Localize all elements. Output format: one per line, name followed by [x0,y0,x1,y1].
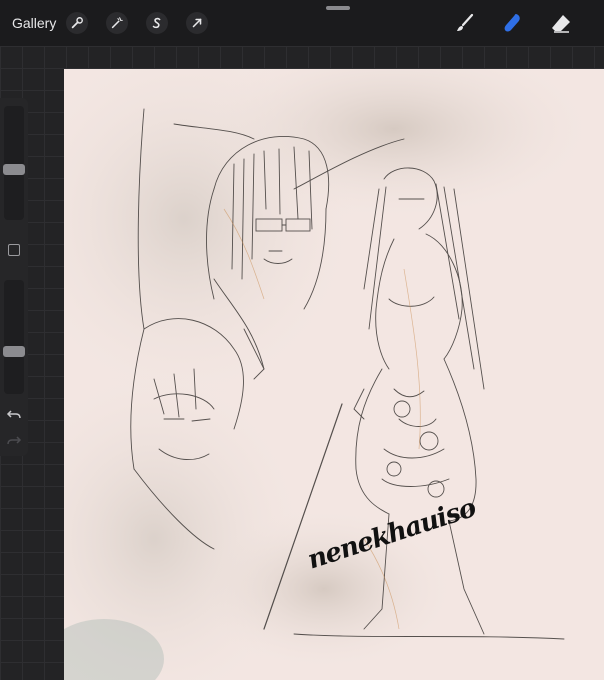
smudge-icon [504,14,520,32]
sketch-artwork [64,69,594,680]
side-toolbar [0,98,28,456]
actions-button[interactable] [66,12,88,34]
undo-icon [6,410,21,419]
magic-wand-icon [111,17,123,29]
eraser-tool-button[interactable] [548,10,574,36]
transform-button[interactable] [186,12,208,34]
brush-icon [457,13,474,31]
modify-button[interactable] [8,244,20,256]
drawing-canvas[interactable]: nenekhauiso [64,69,604,680]
undo-button[interactable] [6,406,22,422]
toolbar-grabber[interactable] [326,6,350,10]
gallery-button[interactable]: Gallery [12,15,56,31]
brush-size-knob[interactable] [3,164,25,175]
wrench-icon [71,17,83,29]
brush-size-slider[interactable] [3,106,25,220]
eraser-icon [552,15,570,33]
selection-button[interactable] [146,12,168,34]
smudge-tool-button[interactable] [500,10,526,36]
top-toolbar: Gallery [0,0,604,46]
transform-arrow-icon [192,18,202,28]
redo-button[interactable] [6,432,22,448]
opacity-slider[interactable] [3,280,25,394]
redo-icon [7,436,22,445]
paint-tool-button[interactable] [452,10,478,36]
opacity-knob[interactable] [3,346,25,357]
selection-s-icon [152,17,161,29]
adjustments-button[interactable] [106,12,128,34]
